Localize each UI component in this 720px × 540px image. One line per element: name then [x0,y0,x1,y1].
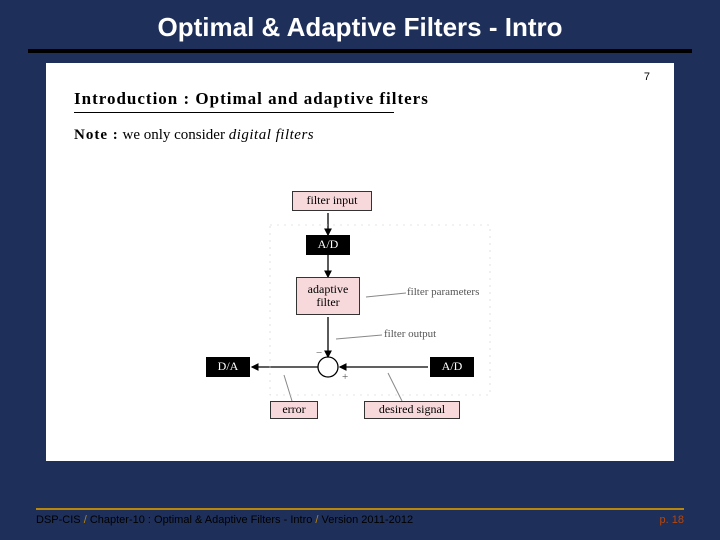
note-prefix: Note : [74,127,119,143]
sub-heading-underline [74,112,394,113]
footer-sep-1: / [84,514,87,526]
note-emph: digital filters [229,127,314,143]
footer-course: DSP-CIS [36,514,81,526]
footer-bar: DSP-CIS / Chapter-10 : Optimal & Adaptiv… [36,508,684,530]
error-box: error [270,401,318,419]
filter-input-box: filter input [292,191,372,211]
da-box: D/A [206,357,250,377]
ad-box-1: A/D [306,235,350,255]
ad-box-2: A/D [430,357,474,377]
block-diagram: filter input A/D adaptive filter filter … [206,191,566,451]
title-underline [28,49,692,53]
desired-signal-box: desired signal [364,401,460,419]
plus-sign: + [342,371,348,383]
adaptive-filter-box: adaptive filter [296,277,360,315]
footer-chapter: Chapter-10 : Optimal & Adaptive Filters … [90,514,313,526]
slide: Optimal & Adaptive Filters - Intro 7 Int… [6,4,714,534]
footer-left: DSP-CIS / Chapter-10 : Optimal & Adaptiv… [36,514,413,526]
content-panel: 7 Introduction : Optimal and adaptive fi… [46,63,674,461]
footer-version: Version 2011-2012 [322,514,414,526]
footer-sep-2: / [315,514,318,526]
filter-output-label: filter output [384,328,436,340]
slide-title: Optimal & Adaptive Filters - Intro [6,4,714,49]
inner-page-number: 7 [644,71,650,83]
footer-page: p. 18 [660,514,684,526]
minus-sign: − [316,347,322,359]
note-body: we only consider [119,127,229,143]
filter-parameters-label: filter parameters [407,286,479,298]
note-line: Note : we only consider digital filters [74,127,646,144]
sub-heading: Introduction : Optimal and adaptive filt… [74,73,646,109]
